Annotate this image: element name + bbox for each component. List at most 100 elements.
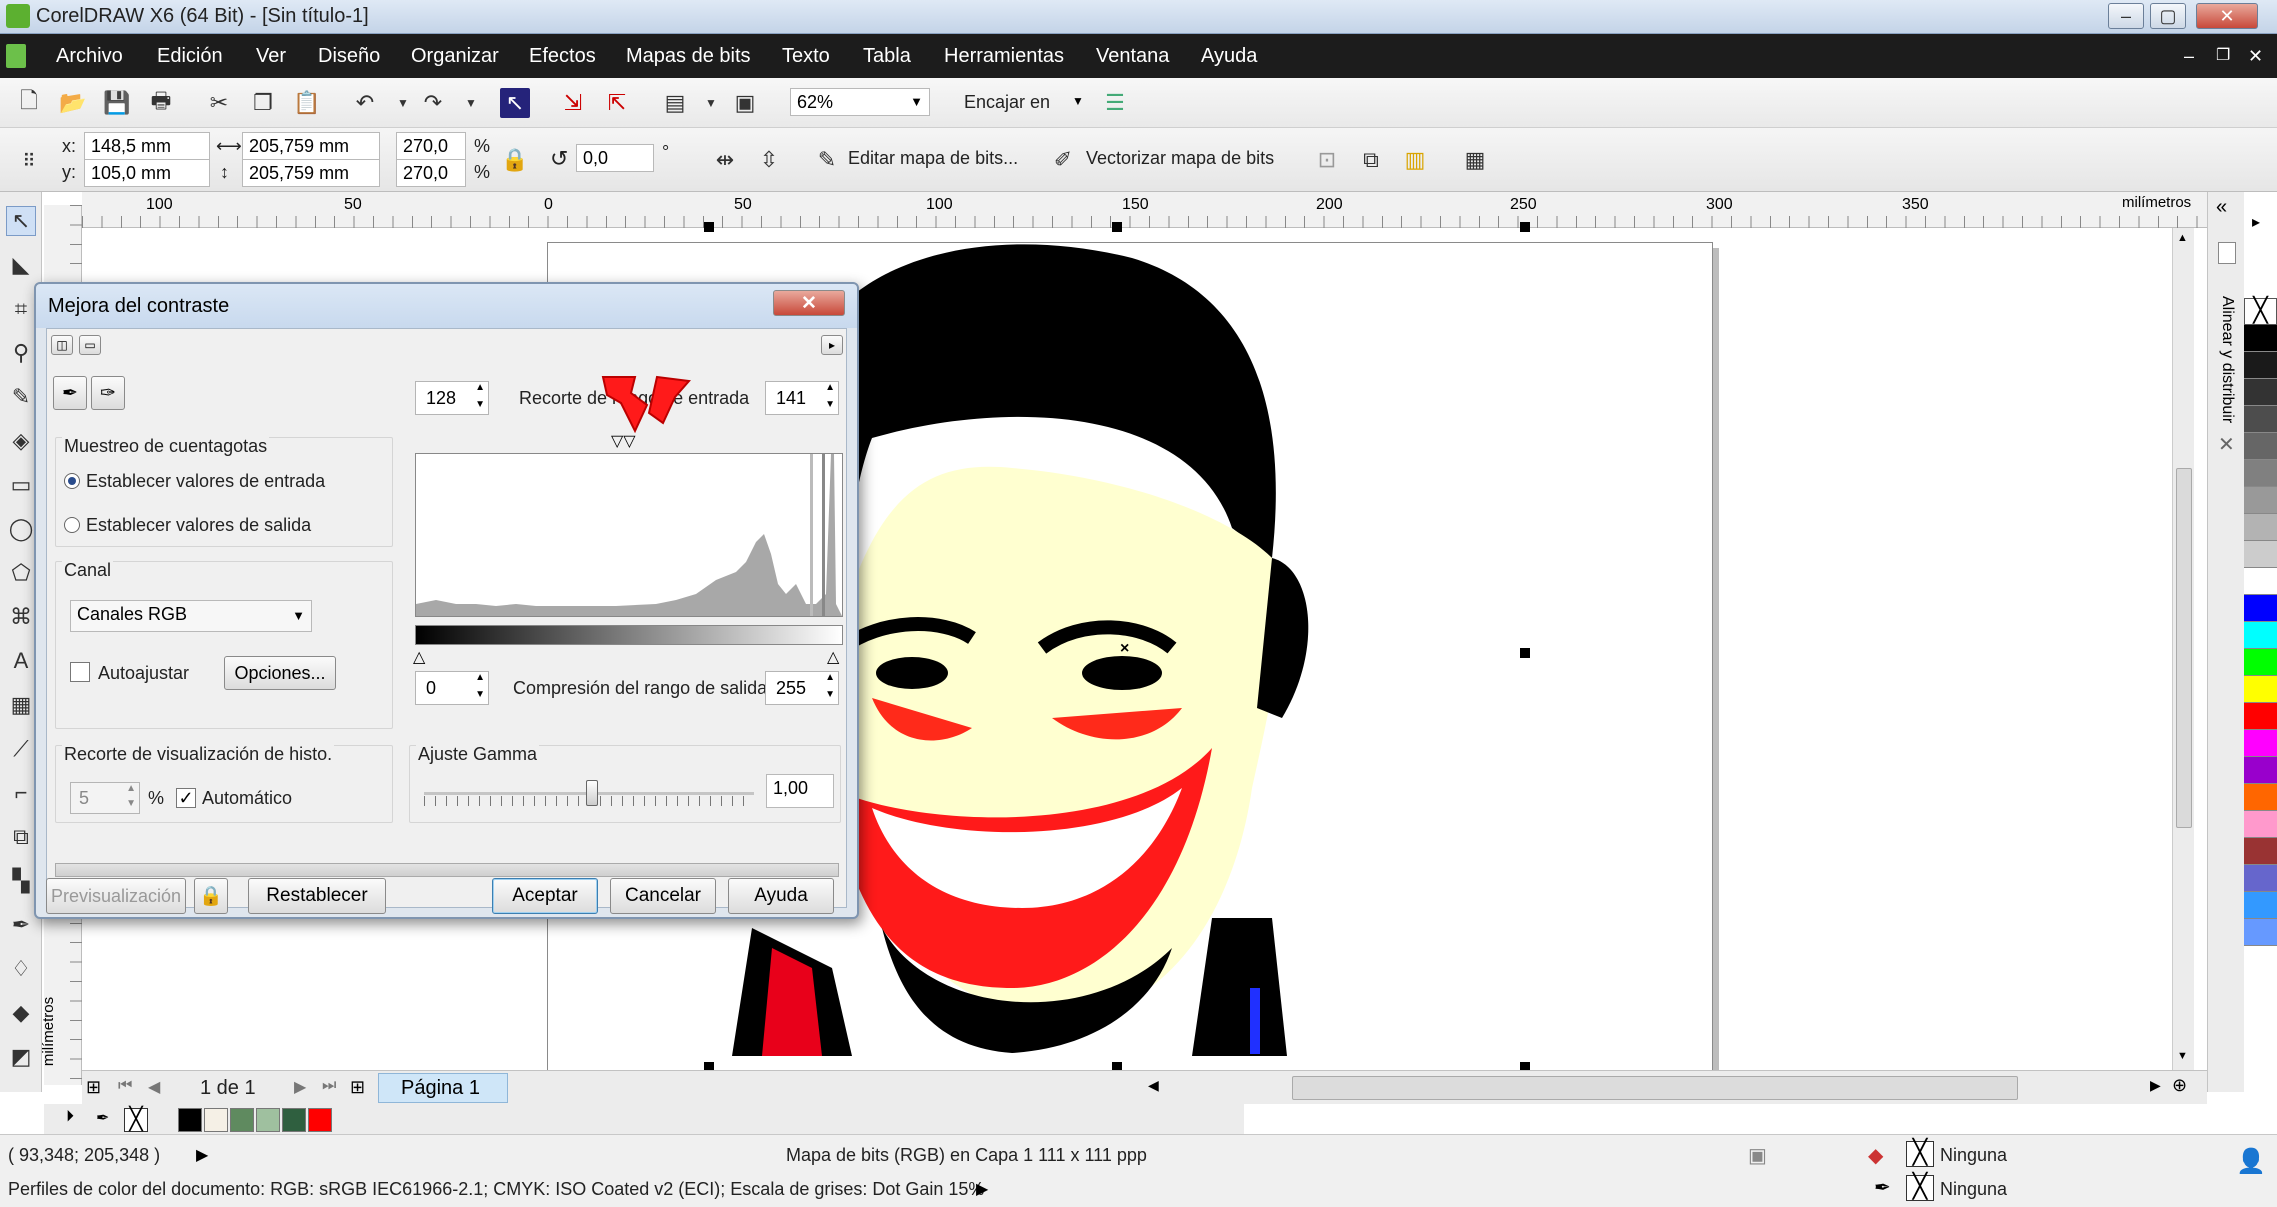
auto-adjust-checkbox[interactable] [70, 662, 90, 682]
eyedropper-input-icon[interactable]: ✒ [53, 376, 87, 410]
split-preview-icon[interactable]: ◫ [51, 335, 73, 355]
palette-swatch[interactable] [2244, 811, 2277, 838]
spinner-down-icon[interactable]: ▼ [825, 399, 835, 410]
transparency-tool-icon[interactable]: ▚ [6, 866, 36, 896]
input-high-spinner[interactable]: 141 ▲ ▼ [765, 381, 839, 415]
export-icon[interactable]: ⇱ [602, 88, 632, 118]
selection-handle[interactable] [1112, 222, 1122, 232]
auto-adjust-label[interactable]: Autoajustar [98, 663, 189, 684]
eyedropper-tool-icon[interactable]: ✒ [6, 910, 36, 940]
add-page-after-icon[interactable]: ⊞ [350, 1077, 365, 1098]
outline-tool-icon[interactable]: ♢ [6, 954, 36, 984]
pick-tool-icon[interactable]: ↖ [6, 206, 36, 236]
selection-handle[interactable] [1520, 648, 1530, 658]
height-field[interactable]: 205,759 mm [242, 159, 380, 187]
output-high-spinner[interactable]: 255 ▲ ▼ [765, 671, 839, 705]
table-tool-icon[interactable]: ▦ [6, 690, 36, 720]
bitmap-color-mask-icon[interactable]: ▥ [1400, 145, 1430, 175]
palette-swatch[interactable] [2244, 379, 2277, 406]
interactive-blend-icon[interactable]: ⧉ [6, 822, 36, 852]
histogram-clip-spinner[interactable]: 5 ▲ ▼ [70, 782, 140, 814]
scale-y-field[interactable]: 270,0 [396, 159, 466, 187]
spinner-down-icon[interactable]: ▼ [126, 798, 136, 809]
status-expand-icon[interactable]: ▶ [196, 1145, 208, 1165]
automatic-label[interactable]: Automático [202, 788, 292, 809]
copy-icon[interactable]: ❐ [248, 88, 278, 118]
fill-tool-icon[interactable]: ◆ [6, 998, 36, 1028]
channel-select[interactable]: Canales RGB ▼ [70, 600, 312, 632]
scale-x-field[interactable]: 270,0 [396, 132, 466, 160]
document-swatch[interactable] [204, 1108, 228, 1132]
crop-bitmap-icon[interactable]: ⊡ [1312, 145, 1342, 175]
print-icon[interactable]: 🖶 [146, 88, 176, 118]
document-swatch[interactable] [282, 1108, 306, 1132]
redo-icon[interactable]: ↷ [418, 88, 448, 118]
palette-swatch[interactable] [2244, 838, 2277, 865]
single-preview-icon[interactable]: ▭ [79, 335, 101, 355]
lock-preview-icon[interactable]: 🔒 [194, 878, 228, 914]
horizontal-scroll-thumb[interactable] [1292, 1076, 2018, 1100]
scroll-left-icon[interactable]: ◀ [1148, 1077, 1159, 1094]
zoom-navigator-icon[interactable]: ⊕ [2172, 1075, 2187, 1096]
spinner-up-icon[interactable]: ▲ [126, 783, 136, 794]
docker-tab-label[interactable]: Alinear y distribuir [2218, 296, 2236, 423]
palette-swatch[interactable] [2244, 487, 2277, 514]
search-content-icon[interactable]: ↖ [500, 88, 530, 118]
trace-bitmap-icon[interactable]: ✐ [1048, 145, 1078, 175]
dialog-close-button[interactable]: ✕ [773, 290, 845, 316]
prev-page-icon[interactable]: ◀ [148, 1077, 160, 1097]
collapse-docker-icon[interactable]: « [2216, 196, 2227, 219]
polygon-tool-icon[interactable]: ⬠ [6, 558, 36, 588]
palette-swatch[interactable] [2244, 919, 2277, 946]
palette-swatch[interactable] [2244, 325, 2277, 352]
user-account-icon[interactable]: 👤 [2236, 1147, 2266, 1176]
interactive-fill-icon[interactable]: ◩ [6, 1042, 36, 1072]
palette-swatch[interactable] [2244, 352, 2277, 379]
preview-button[interactable]: Previsualización [46, 878, 186, 914]
shape-tool-icon[interactable]: ◣ [6, 250, 36, 280]
wrap-text-icon[interactable]: ▦ [1460, 145, 1490, 175]
smart-fill-icon[interactable]: ◈ [6, 426, 36, 456]
resample-icon[interactable]: ⧉ [1356, 145, 1386, 175]
doc-close-icon[interactable]: ✕ [2248, 34, 2263, 78]
options-button[interactable]: Opciones... [224, 656, 336, 690]
mirror-vertical-icon[interactable]: ⇳ [754, 145, 784, 175]
palette-swatch[interactable] [2244, 784, 2277, 811]
ellipse-tool-icon[interactable]: ◯ [6, 514, 36, 544]
menu-herramientas[interactable]: Herramientas [944, 34, 1064, 78]
document-swatch[interactable] [256, 1108, 280, 1132]
snap-to-label[interactable]: Encajar en [964, 92, 1050, 113]
rectangle-tool-icon[interactable]: ▭ [6, 470, 36, 500]
width-field[interactable]: 205,759 mm [242, 132, 380, 160]
palette-swatch[interactable] [2244, 865, 2277, 892]
import-icon[interactable]: ⇲ [558, 88, 588, 118]
output-high-marker-icon[interactable]: △ [827, 647, 839, 667]
docker-close-icon[interactable]: ✕ [2218, 432, 2235, 457]
scroll-down-icon[interactable]: ▼ [2177, 1050, 2188, 1062]
rotation-field[interactable]: 0,0 [576, 144, 654, 172]
menu-tabla[interactable]: Tabla [863, 34, 911, 78]
palette-swatch[interactable] [2244, 595, 2277, 622]
scroll-up-icon[interactable]: ▲ [2177, 232, 2188, 244]
freehand-tool-icon[interactable]: ✎ [6, 382, 36, 412]
palette-eyedropper-icon[interactable]: ✒ [96, 1108, 109, 1128]
document-swatch[interactable] [230, 1108, 254, 1132]
palette-swatch[interactable] [2244, 622, 2277, 649]
cut-icon[interactable]: ✂ [204, 88, 234, 118]
y-position-field[interactable]: 105,0 mm [84, 159, 210, 187]
spinner-up-icon[interactable]: ▲ [825, 672, 835, 683]
spinner-down-icon[interactable]: ▼ [475, 689, 485, 700]
save-icon[interactable]: 💾 [102, 88, 132, 118]
close-button[interactable]: ✕ [2196, 3, 2258, 29]
connector-tool-icon[interactable]: ⌐ [6, 778, 36, 808]
menu-diseno[interactable]: Diseño [318, 34, 380, 78]
palette-play-icon[interactable]: ⏵ [66, 1108, 74, 1126]
mirror-horizontal-icon[interactable]: ⇹ [710, 145, 740, 175]
menu-ver[interactable]: Ver [256, 34, 286, 78]
output-values-label[interactable]: Establecer valores de salida [86, 515, 311, 536]
x-position-field[interactable]: 148,5 mm [84, 132, 210, 160]
no-color-swatch[interactable]: ╳ [2244, 298, 2277, 325]
document-swatch[interactable] [308, 1108, 332, 1132]
spinner-up-icon[interactable]: ▲ [475, 672, 485, 683]
basic-shapes-icon[interactable]: ⌘ [6, 602, 36, 632]
